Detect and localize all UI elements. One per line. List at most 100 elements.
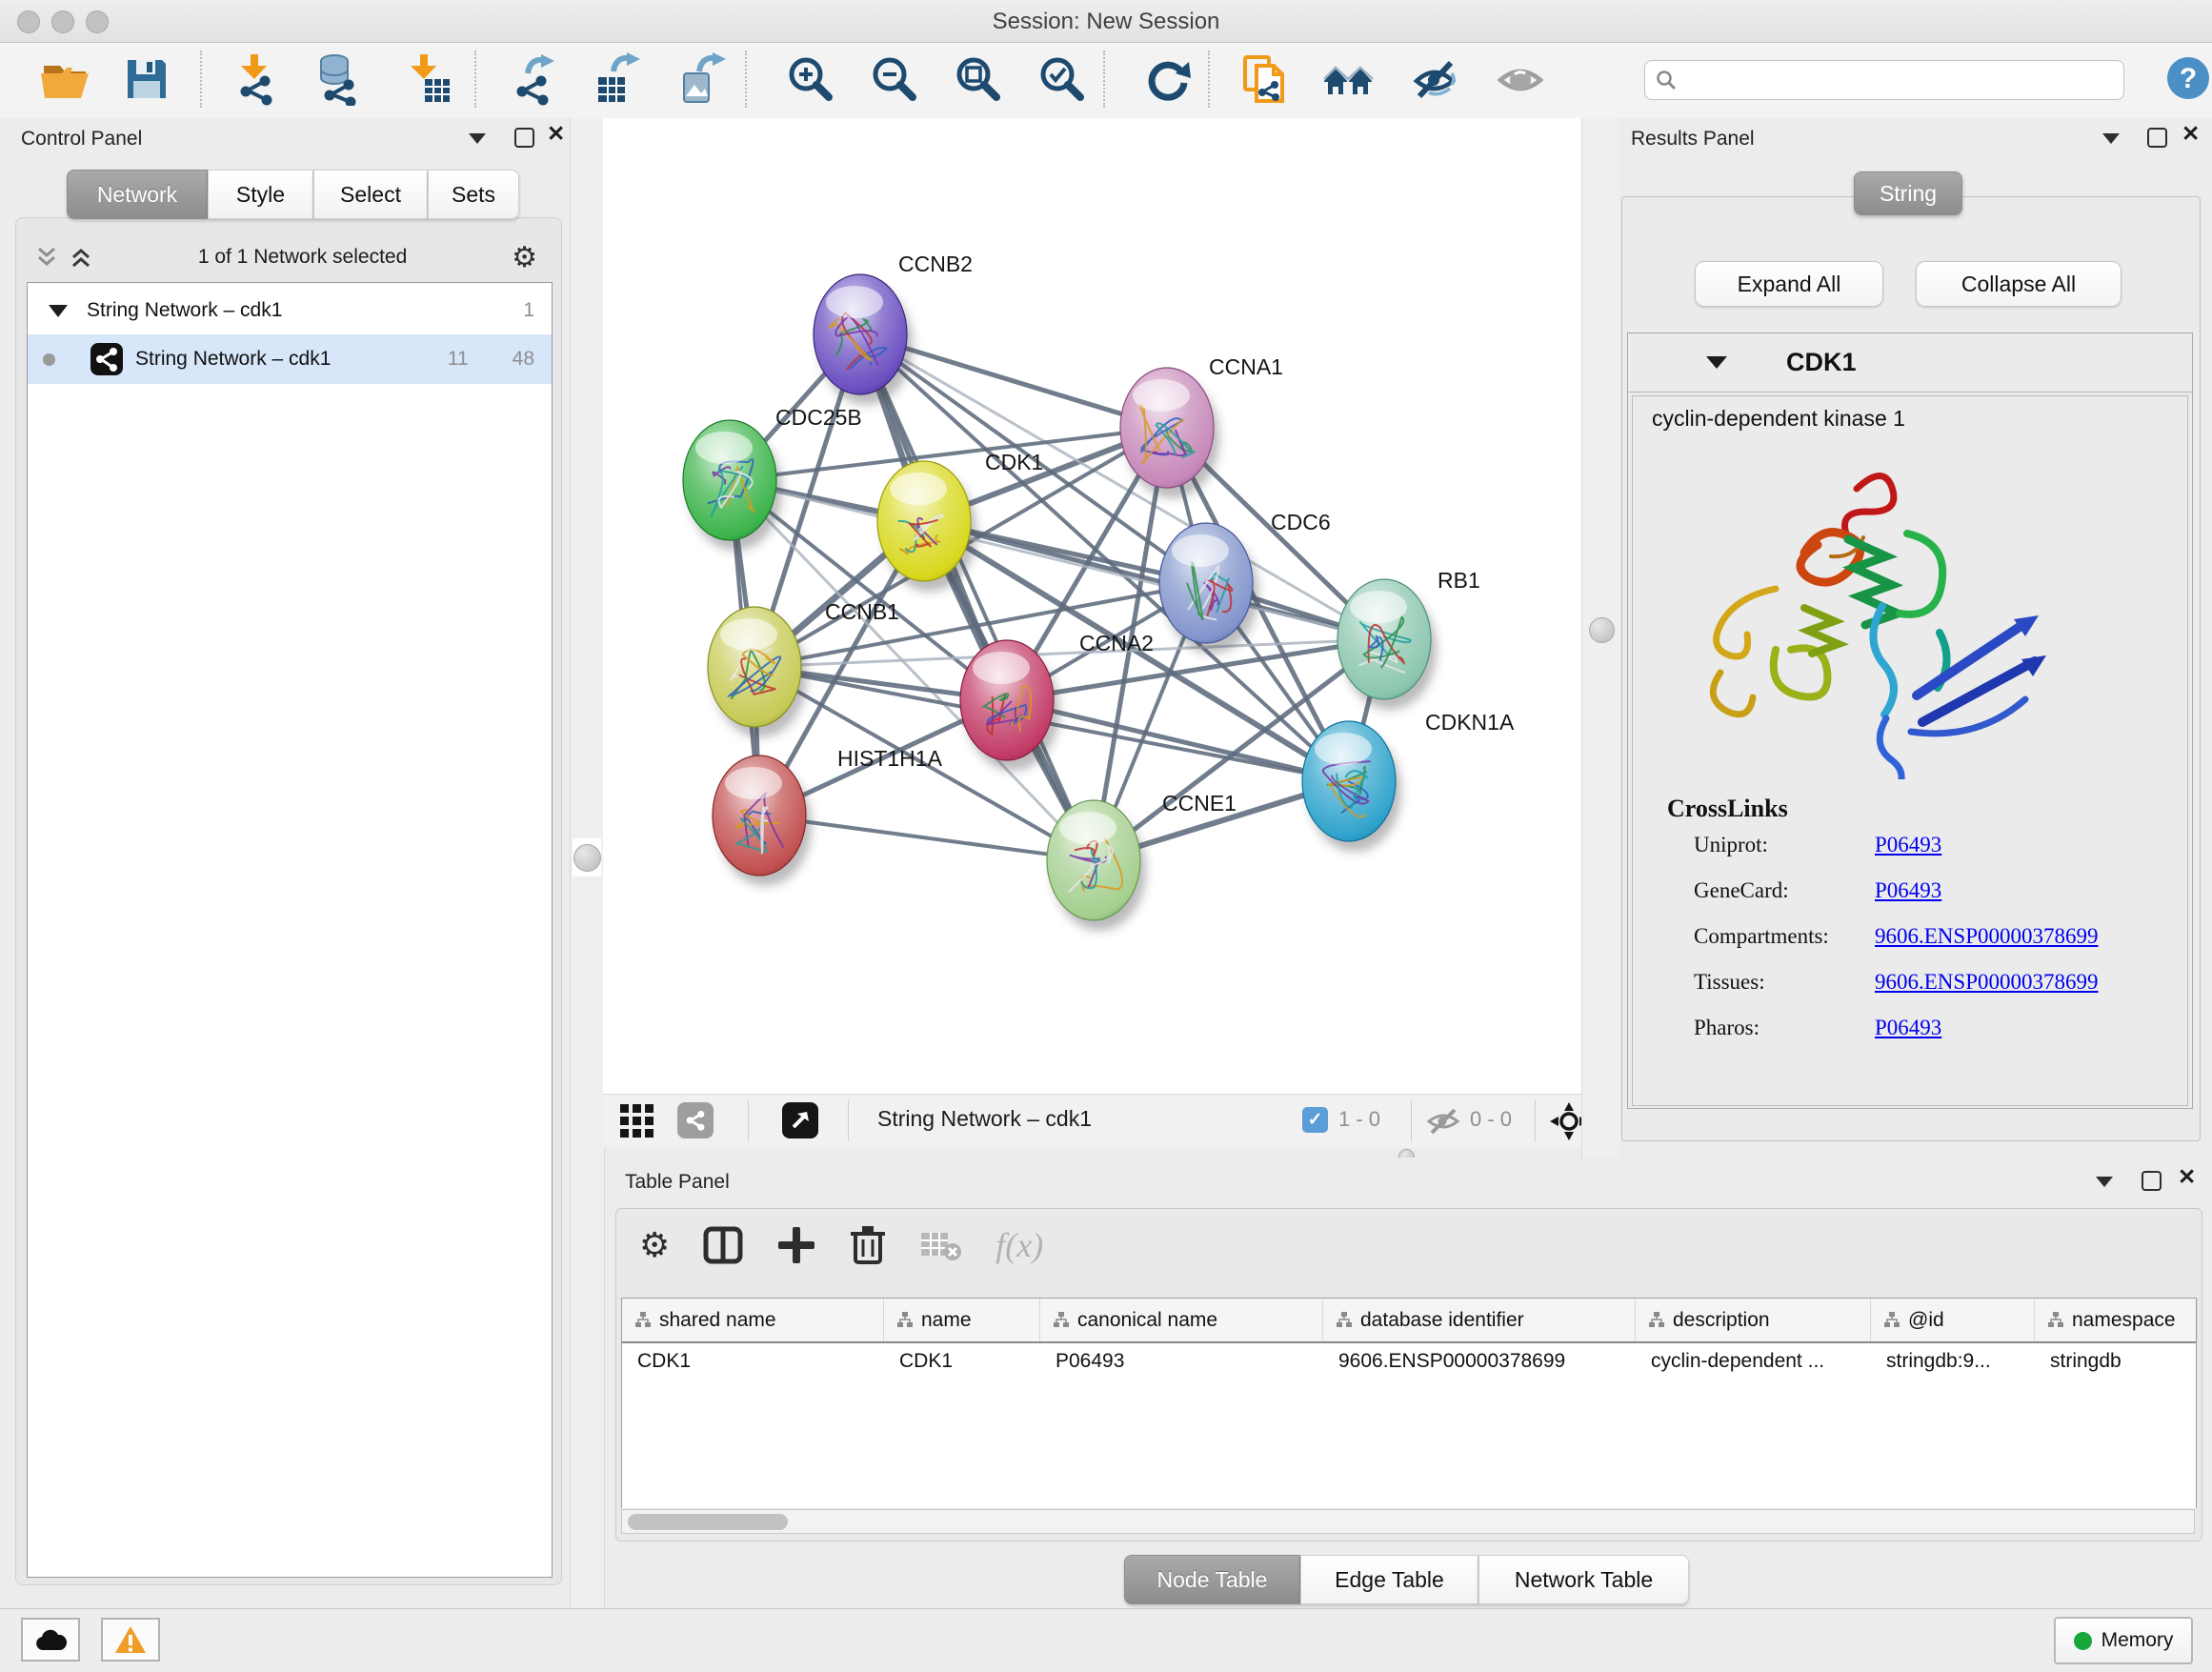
zoom-out-icon[interactable] xyxy=(867,52,920,106)
crosslink-link[interactable]: P06493 xyxy=(1875,1016,1941,1040)
clone-network-icon[interactable] xyxy=(1238,52,1292,106)
grid-view-icon[interactable] xyxy=(618,1102,656,1140)
gene-section-header[interactable]: CDK1 xyxy=(1628,333,2192,393)
show-all-eye-icon[interactable] xyxy=(1494,52,1547,106)
import-network-database-icon[interactable] xyxy=(311,52,364,106)
column-header--id[interactable]: @id xyxy=(1871,1299,2035,1341)
tab-node-table[interactable]: Node Table xyxy=(1124,1555,1300,1604)
node-CCNB1[interactable]: CCNB1 xyxy=(708,599,899,737)
column-header-name[interactable]: name xyxy=(884,1299,1040,1341)
column-header-canonical-name[interactable]: canonical name xyxy=(1040,1299,1323,1341)
node-CCNB2[interactable]: CCNB2 xyxy=(814,252,973,405)
table-hscrollbar[interactable] xyxy=(621,1509,2195,1534)
collection-expander-icon[interactable] xyxy=(49,305,68,317)
column-header-namespace[interactable]: namespace xyxy=(2035,1299,2198,1341)
open-session-icon[interactable] xyxy=(38,52,91,106)
zoom-in-icon[interactable] xyxy=(783,52,836,106)
table-cell[interactable]: P06493 xyxy=(1040,1343,1323,1380)
delete-column-icon[interactable] xyxy=(849,1224,887,1266)
export-image-icon[interactable] xyxy=(674,52,728,106)
search-input[interactable] xyxy=(1678,69,2101,92)
left-splitter-grip[interactable] xyxy=(573,844,601,872)
network-canvas[interactable]: CCNB2 CCNA1 CDC25BCDK1 CDC6RB1 CCNB1 CCNA2 CDK… xyxy=(603,118,1581,1094)
crosslink-link[interactable]: P06493 xyxy=(1875,833,1941,857)
node-CCNA1[interactable]: CCNA1 xyxy=(1120,354,1283,498)
results-panel-close-icon[interactable]: ✕ xyxy=(2182,126,2200,142)
tab-edge-table[interactable]: Edge Table xyxy=(1300,1555,1478,1604)
table-cell[interactable]: stringdb:9... xyxy=(1871,1343,2035,1380)
zoom-selected-icon[interactable] xyxy=(1035,52,1088,106)
node-CDC25B[interactable]: CDC25B xyxy=(683,405,862,551)
node-RB1[interactable]: RB1 xyxy=(1337,568,1480,710)
results-panel-float-icon[interactable] xyxy=(2147,128,2167,148)
table-cell[interactable]: CDK1 xyxy=(622,1343,884,1380)
export-network-icon[interactable] xyxy=(509,52,562,106)
tab-style[interactable]: Style xyxy=(208,170,313,219)
results-panel-menu-icon[interactable] xyxy=(2102,133,2120,144)
table-hscrollbar-thumb[interactable] xyxy=(628,1514,788,1530)
network-collection-row[interactable]: String Network – cdk1 1 xyxy=(28,287,552,334)
table-cell[interactable]: CDK1 xyxy=(884,1343,1040,1380)
tab-network[interactable]: Network xyxy=(67,170,208,219)
birds-eye-toggle-icon[interactable] xyxy=(782,1102,818,1138)
expand-all-button[interactable]: Expand All xyxy=(1695,261,1883,307)
column-header-database-identifier[interactable]: database identifier xyxy=(1323,1299,1636,1341)
collapse-all-button[interactable]: Collapse All xyxy=(1916,261,2122,307)
table-body: CDK1CDK1P064939606.ENSP00000378699cyclin… xyxy=(622,1343,2196,1380)
zoom-fit-icon[interactable] xyxy=(951,52,1004,106)
control-panel-float-icon[interactable] xyxy=(514,128,534,148)
refresh-icon[interactable] xyxy=(1141,52,1195,106)
gene-expander-icon[interactable] xyxy=(1706,356,1727,369)
tab-network-table[interactable]: Network Table xyxy=(1478,1555,1689,1604)
table-panel-float-icon[interactable] xyxy=(2142,1171,2162,1191)
save-session-icon[interactable] xyxy=(120,52,173,106)
show-columns-icon[interactable] xyxy=(702,1224,744,1266)
node-HIST1H1A[interactable]: HIST1H1A xyxy=(713,746,943,886)
import-network-file-icon[interactable] xyxy=(231,52,284,106)
search-field[interactable] xyxy=(1644,60,2124,100)
hidden-eye-icon[interactable] xyxy=(1424,1106,1462,1137)
selected-checkbox-icon[interactable]: ✓ xyxy=(1302,1107,1328,1133)
add-column-icon[interactable] xyxy=(776,1225,816,1265)
warnings-button[interactable] xyxy=(101,1618,160,1662)
crosslink-link[interactable]: 9606.ENSP00000378699 xyxy=(1875,970,2099,995)
crosslink-link[interactable]: P06493 xyxy=(1875,878,1941,903)
node-CDC6[interactable]: CDC6 xyxy=(1159,510,1331,654)
column-header-shared-name[interactable]: shared name xyxy=(622,1299,884,1341)
tab-string[interactable]: String xyxy=(1854,171,1962,215)
column-header-description[interactable]: description xyxy=(1636,1299,1871,1341)
control-panel-menu-icon[interactable] xyxy=(469,133,486,144)
first-neighbors-icon[interactable] xyxy=(1322,52,1376,106)
right-splitter[interactable] xyxy=(1581,118,1621,1158)
left-splitter[interactable] xyxy=(570,118,605,1608)
import-table-icon[interactable] xyxy=(400,52,453,106)
network-row[interactable]: String Network – cdk1 11 48 xyxy=(28,334,552,384)
expand-all-chevron-icon[interactable] xyxy=(69,245,93,270)
table-cell[interactable]: 9606.ENSP00000378699 xyxy=(1323,1343,1636,1380)
network-list-gear-icon[interactable]: ⚙ xyxy=(512,241,537,274)
node-CDK1[interactable]: CDK1 xyxy=(877,450,1043,592)
node-CCNE1[interactable]: CCNE1 xyxy=(1047,791,1237,931)
export-table-icon[interactable] xyxy=(591,52,644,106)
node-CDKN1A[interactable]: CDKN1A xyxy=(1302,710,1515,852)
collapse-all-chevron-icon[interactable] xyxy=(34,245,59,270)
table-panel-menu-icon[interactable] xyxy=(2096,1177,2113,1187)
control-panel-close-icon[interactable]: ✕ xyxy=(547,126,565,142)
table-panel-close-icon[interactable]: ✕ xyxy=(2178,1169,2196,1185)
share-view-icon[interactable] xyxy=(677,1102,714,1138)
right-splitter-grip[interactable] xyxy=(1589,617,1615,643)
memory-button[interactable]: Memory xyxy=(2054,1617,2193,1664)
tab-select[interactable]: Select xyxy=(313,170,428,219)
table-cell[interactable]: cyclin-dependent ... xyxy=(1636,1343,1871,1380)
edge-CCNB2-CCNE1[interactable] xyxy=(860,334,1094,860)
table-cell[interactable]: stringdb xyxy=(2035,1343,2198,1380)
tab-sets[interactable]: Sets xyxy=(428,170,519,219)
search-icon xyxy=(1655,69,1678,91)
crosslink-link[interactable]: 9606.ENSP00000378699 xyxy=(1875,924,2099,949)
node-CCNA2[interactable]: CCNA2 xyxy=(960,631,1154,771)
help-icon[interactable]: ? xyxy=(2164,54,2212,102)
table-gear-icon[interactable]: ⚙ xyxy=(639,1225,670,1265)
hide-selected-eye-icon[interactable] xyxy=(1408,52,1461,106)
table-row[interactable]: CDK1CDK1P064939606.ENSP00000378699cyclin… xyxy=(622,1343,2196,1380)
cloud-button[interactable] xyxy=(21,1618,80,1662)
